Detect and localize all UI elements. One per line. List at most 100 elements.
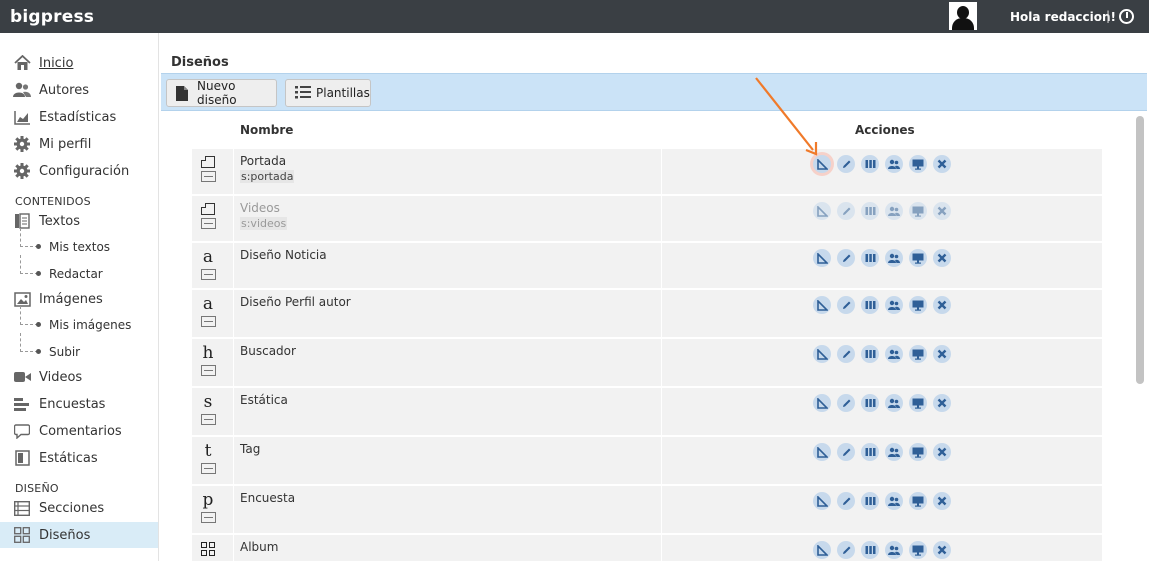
users-action-button[interactable]	[885, 394, 903, 412]
design-name[interactable]: Encuesta	[240, 491, 295, 505]
scrollbar[interactable]	[1133, 114, 1147, 561]
close-action-button[interactable]	[933, 249, 951, 267]
close-action-button[interactable]	[933, 155, 951, 173]
table-row[interactable]: a Diseño Perfil autor	[192, 289, 1102, 337]
close-action-button[interactable]	[933, 443, 951, 461]
sidebar-item-videos[interactable]: Videos	[0, 364, 158, 390]
sidebar-item-secciones[interactable]: Secciones	[0, 495, 158, 521]
users-action-button[interactable]	[885, 443, 903, 461]
logout-power-icon[interactable]	[1119, 9, 1134, 24]
monitor-action-button[interactable]	[909, 202, 927, 220]
monitor-action-button[interactable]	[909, 249, 927, 267]
users-action-button[interactable]	[885, 345, 903, 363]
columns-action-button[interactable]	[861, 492, 879, 510]
pencil-action-button[interactable]	[837, 541, 855, 559]
sidebar-item-comentarios[interactable]: Comentarios	[0, 418, 158, 444]
table-row[interactable]: Videos s:videos	[192, 195, 1102, 241]
monitor-action-button[interactable]	[909, 394, 927, 412]
users-action-button[interactable]	[885, 155, 903, 173]
columns-action-button[interactable]	[861, 155, 879, 173]
monitor-action-button[interactable]	[909, 541, 927, 559]
set-square-action-button[interactable]	[813, 394, 831, 412]
design-name[interactable]: Album	[240, 540, 278, 554]
sidebar-item-configuracion[interactable]: Configuración	[0, 158, 158, 184]
document-icon	[176, 86, 188, 104]
monitor-action-button[interactable]	[909, 492, 927, 510]
set-square-action-button[interactable]	[813, 345, 831, 363]
design-name[interactable]: Buscador	[240, 344, 296, 358]
brand-logo[interactable]: bigpress	[10, 7, 94, 27]
close-action-button[interactable]	[933, 541, 951, 559]
type-glyph: t	[204, 441, 212, 461]
users-action-button[interactable]	[885, 296, 903, 314]
columns-action-button[interactable]	[861, 443, 879, 461]
columns-action-button[interactable]	[861, 394, 879, 412]
columns-action-button[interactable]	[861, 249, 879, 267]
close-action-button[interactable]	[933, 345, 951, 363]
sidebar-item-inicio[interactable]: Inicio	[0, 50, 158, 76]
table-row[interactable]: p Encuesta	[192, 485, 1102, 533]
pencil-action-button[interactable]	[837, 249, 855, 267]
columns-action-button[interactable]	[861, 345, 879, 363]
design-name[interactable]: Diseño Noticia	[240, 248, 327, 262]
monitor-action-button[interactable]	[909, 296, 927, 314]
sidebar-subitem-label: Mis imágenes	[49, 318, 132, 332]
set-square-action-button[interactable]	[813, 202, 831, 220]
pencil-action-button[interactable]	[837, 443, 855, 461]
close-action-button[interactable]	[933, 492, 951, 510]
design-name[interactable]: Portada	[240, 154, 286, 168]
set-square-action-button[interactable]	[813, 249, 831, 267]
scrollbar-thumb[interactable]	[1136, 116, 1144, 384]
users-action-button[interactable]	[885, 541, 903, 559]
pencil-icon	[841, 545, 852, 556]
set-square-action-button[interactable]	[813, 443, 831, 461]
monitor-action-button[interactable]	[909, 443, 927, 461]
templates-button[interactable]: Plantillas	[285, 79, 371, 107]
avatar[interactable]	[949, 2, 977, 30]
sidebar-item-encuestas[interactable]: Encuestas	[0, 391, 158, 417]
pencil-action-button[interactable]	[837, 492, 855, 510]
set-square-action-button[interactable]	[813, 541, 831, 559]
set-square-icon	[816, 544, 828, 556]
users-action-button[interactable]	[885, 249, 903, 267]
users-action-button[interactable]	[885, 202, 903, 220]
users-icon	[888, 496, 900, 507]
design-name[interactable]: Diseño Perfil autor	[240, 295, 351, 309]
columns-action-button[interactable]	[861, 202, 879, 220]
table-row[interactable]: t Tag	[192, 436, 1102, 484]
set-square-action-button[interactable]	[813, 296, 831, 314]
sidebar-subitem-redactar[interactable]: Redactar	[0, 255, 158, 285]
pencil-action-button[interactable]	[837, 345, 855, 363]
table-row[interactable]: Album	[192, 534, 1102, 561]
users-action-button[interactable]	[885, 492, 903, 510]
new-design-button[interactable]: Nuevo diseño	[166, 79, 277, 107]
table-row[interactable]: Portada s:portada	[192, 148, 1102, 194]
sidebar-item-estaticas[interactable]: Estáticas	[0, 445, 158, 471]
greeting-text[interactable]: Hola redaccion!	[1010, 10, 1116, 24]
pencil-action-button[interactable]	[837, 394, 855, 412]
monitor-action-button[interactable]	[909, 345, 927, 363]
set-square-action-button[interactable]	[813, 492, 831, 510]
close-action-button[interactable]	[933, 202, 951, 220]
table-row[interactable]: a Diseño Noticia	[192, 242, 1102, 288]
pencil-action-button[interactable]	[837, 155, 855, 173]
sidebar-item-mi-perfil[interactable]: Mi perfil	[0, 131, 158, 157]
sidebar-item-label: Textos	[39, 213, 81, 229]
sidebar-item-autores[interactable]: Autores	[0, 77, 158, 103]
close-action-button[interactable]	[933, 394, 951, 412]
columns-action-button[interactable]	[861, 541, 879, 559]
columns-action-button[interactable]	[861, 296, 879, 314]
pencil-action-button[interactable]	[837, 296, 855, 314]
table-row[interactable]: h Buscador	[192, 338, 1102, 386]
table-row[interactable]: s Estática	[192, 387, 1102, 435]
sidebar-item-estadisticas[interactable]: Estadísticas	[0, 104, 158, 130]
sidebar-item-disenos[interactable]: Diseños	[0, 522, 158, 548]
column-divider	[661, 535, 662, 561]
close-action-button[interactable]	[933, 296, 951, 314]
sidebar-subitem-subir[interactable]: Subir	[0, 333, 158, 363]
design-name[interactable]: Tag	[240, 442, 260, 456]
design-name[interactable]: Videos	[240, 201, 280, 215]
design-name[interactable]: Estática	[240, 393, 288, 407]
monitor-action-button[interactable]	[909, 155, 927, 173]
pencil-action-button[interactable]	[837, 202, 855, 220]
